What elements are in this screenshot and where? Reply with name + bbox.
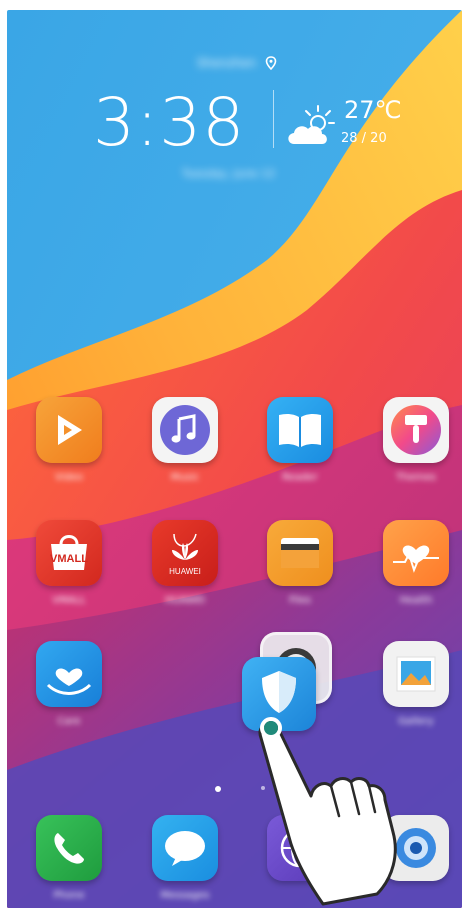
location-pin-icon — [265, 56, 277, 70]
date-text: Tuesday, June 12 — [182, 167, 276, 180]
heart-pulse-icon — [393, 545, 439, 573]
chat-bubble-icon — [165, 831, 205, 866]
app-reader-label: Reader — [282, 472, 318, 483]
dock-messages-label: Messages — [160, 890, 210, 901]
app-huawei-label: HUAWEI — [164, 595, 206, 606]
app-reader[interactable] — [267, 397, 333, 463]
image-icon — [396, 656, 436, 692]
dock-messages[interactable] — [152, 815, 218, 881]
book-icon — [279, 413, 321, 447]
app-themes[interactable] — [383, 397, 449, 463]
app-themes-label: Themes — [396, 472, 436, 483]
vmall-text: VMALL — [50, 553, 88, 565]
dock-phone[interactable] — [36, 815, 102, 881]
weather-temp: 27℃ — [344, 96, 402, 124]
page-indicator-active[interactable] — [215, 786, 221, 792]
weather-range: 28 / 20 — [341, 131, 387, 146]
app-gallery[interactable] — [383, 641, 449, 707]
app-health-label: Health — [399, 595, 433, 606]
home-screen: Shenzhen 3:38 27℃ 28 / 20 Tuesday, June … — [7, 10, 462, 908]
dock-phone-label: Phone — [53, 890, 85, 901]
app-music-label: Music — [170, 472, 200, 483]
app-video-label: Video — [54, 472, 84, 483]
app-huawei[interactable]: HUAWEI — [152, 520, 218, 586]
paintbrush-icon — [391, 405, 441, 455]
music-note-icon — [160, 405, 210, 455]
play-icon — [58, 415, 82, 445]
app-health[interactable] — [383, 520, 449, 586]
huawei-text: HUAWEI — [169, 567, 201, 576]
partly-cloudy-icon[interactable] — [284, 104, 340, 148]
app-care[interactable] — [36, 641, 102, 707]
phone-icon — [54, 833, 84, 864]
huawei-logo-icon — [172, 533, 198, 560]
app-files[interactable] — [267, 520, 333, 586]
app-vmall-label: VMALL — [52, 595, 86, 606]
clock-time[interactable]: 3:38 — [93, 84, 245, 161]
app-music[interactable] — [152, 397, 218, 463]
finger-press-gesture-icon — [258, 717, 397, 906]
folder-icon — [281, 538, 319, 568]
clock-divider — [273, 90, 274, 148]
app-files-label: Files — [289, 595, 311, 606]
hand-heart-icon — [46, 668, 92, 695]
app-video[interactable] — [36, 397, 102, 463]
app-vmall[interactable]: VMALL — [36, 520, 102, 586]
location-text: Shenzhen — [197, 56, 257, 70]
app-care-label: Care — [57, 716, 81, 727]
